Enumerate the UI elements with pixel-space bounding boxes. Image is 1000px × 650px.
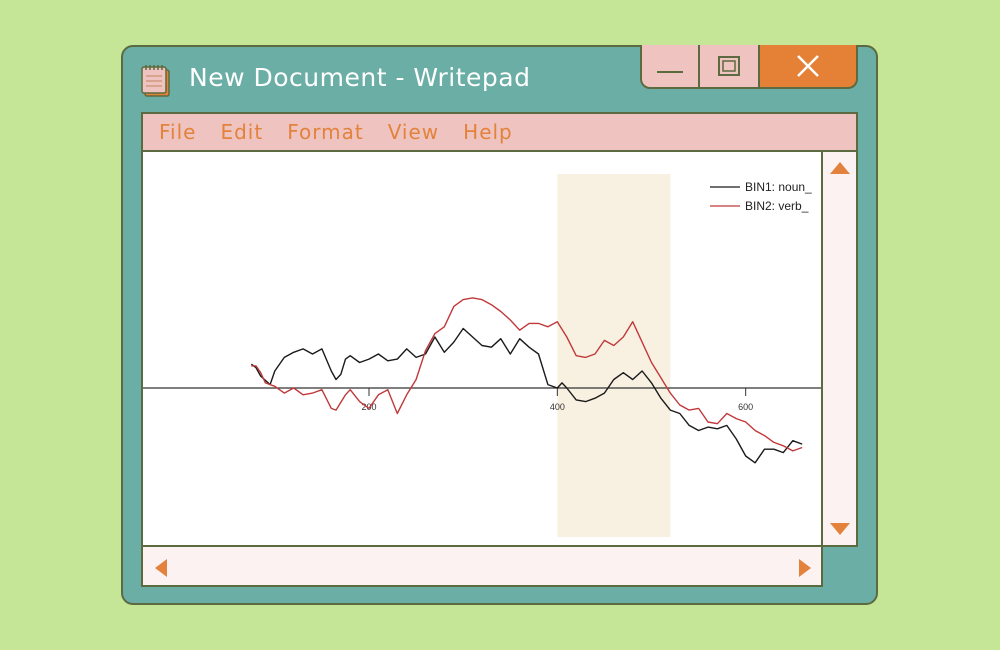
x-tick-label: 200 [361, 402, 376, 412]
menu-item-format[interactable]: Format [287, 120, 363, 144]
menu-item-edit[interactable]: Edit [220, 120, 263, 144]
window-controls [640, 45, 858, 91]
document-content[interactable]: 200 400 600 BIN1: noun_ BIN2: verb_ [141, 150, 823, 547]
menu-item-view[interactable]: View [388, 120, 439, 144]
erp-chart: 200 400 600 BIN1: noun_ BIN2: verb_ [143, 174, 821, 537]
scroll-right-icon[interactable] [797, 558, 813, 578]
maximize-icon [718, 56, 740, 76]
close-icon [797, 55, 819, 77]
minimize-icon [657, 71, 683, 73]
legend-label-bin2: BIN2: verb_ [745, 199, 809, 213]
scroll-down-icon[interactable] [829, 521, 851, 537]
highlight-window [557, 174, 671, 537]
scroll-up-icon[interactable] [829, 160, 851, 176]
maximize-button[interactable] [700, 45, 760, 89]
legend-label-bin1: BIN1: noun_ [745, 180, 812, 194]
series-line-1 [250, 327, 803, 464]
legend: BIN1: noun_ BIN2: verb_ [710, 180, 812, 213]
minimize-button[interactable] [640, 45, 700, 89]
close-button[interactable] [760, 45, 858, 89]
app-window: New Document - Writepad File Edit Format… [121, 45, 878, 605]
x-tick-label: 400 [550, 402, 565, 412]
menu-item-file[interactable]: File [159, 120, 196, 144]
scroll-left-icon[interactable] [153, 558, 169, 578]
window-title: New Document - Writepad [189, 63, 531, 92]
x-tick-label: 600 [738, 402, 753, 412]
menu-bar: File Edit Format View Help [141, 112, 858, 152]
menu-item-help[interactable]: Help [463, 120, 513, 144]
horizontal-scrollbar[interactable] [141, 545, 823, 587]
notepad-icon [141, 65, 170, 97]
vertical-scrollbar[interactable] [821, 150, 858, 547]
